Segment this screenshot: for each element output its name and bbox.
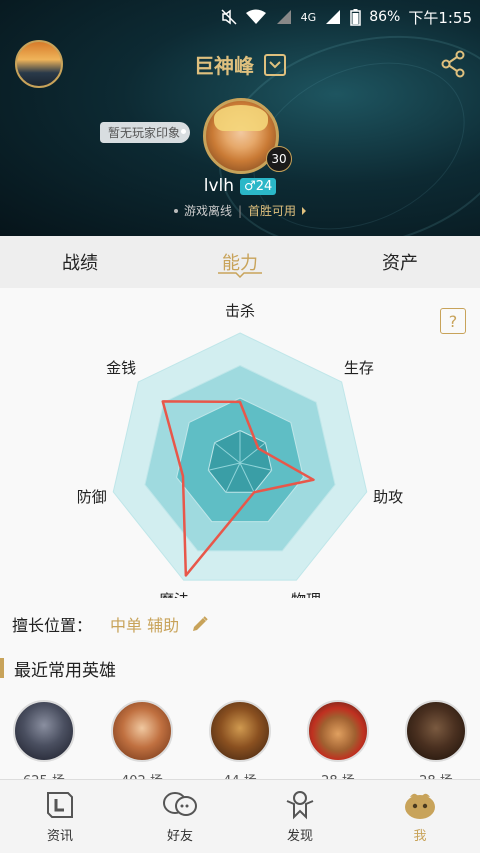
- player-status-row[interactable]: 游戏离线 | 首胜可用: [0, 202, 480, 219]
- section-title: 最近常用英雄: [14, 660, 116, 681]
- tab-ability[interactable]: 能力: [160, 236, 320, 288]
- signal-icon: [324, 9, 342, 25]
- position-label: 擅长位置：: [12, 616, 93, 635]
- age-value: 24: [255, 178, 273, 194]
- tab-label: 资产: [382, 253, 418, 274]
- clock: 下午1:55: [408, 8, 472, 27]
- nav-friends[interactable]: 好友: [120, 780, 240, 853]
- signal-icon: [275, 9, 293, 25]
- gender-age-badge: ♂ 24: [240, 177, 277, 195]
- radar-axis-label: 击杀: [225, 302, 255, 320]
- hero-portrait: [307, 700, 369, 762]
- hero-portrait: [405, 700, 467, 762]
- nav-label: 资讯: [46, 829, 73, 844]
- server-selector[interactable]: 巨神峰: [0, 50, 480, 79]
- tab-label: 战绩: [62, 253, 98, 274]
- me-icon: [405, 793, 435, 819]
- profile-tabs: 战绩 能力 资产: [0, 236, 480, 289]
- discover-icon: [286, 791, 314, 820]
- share-icon[interactable]: [440, 50, 466, 78]
- preferred-position-row: 擅长位置： 中单 辅助: [12, 612, 209, 636]
- server-title: 巨神峰: [194, 54, 254, 78]
- bottom-navigation: 资讯 好友 发现 我: [0, 779, 480, 853]
- hero-item[interactable]: 625 场: [13, 700, 75, 780]
- tab-active-indicator: [218, 272, 262, 278]
- radar-axis-label: 防御: [77, 488, 107, 506]
- nav-me[interactable]: 我: [360, 780, 480, 853]
- ability-panel: ? 击杀生存助攻物理魔法防御金钱 擅长位置： 中单 辅助 最近常用英雄 625 …: [0, 288, 480, 780]
- hero-portrait: [111, 700, 173, 762]
- hero-item[interactable]: 44 场: [209, 700, 271, 780]
- player-impression-tag[interactable]: 暂无玩家印象: [100, 122, 191, 143]
- first-win-status: 首胜可用: [248, 204, 297, 218]
- hero-portrait: [13, 700, 75, 762]
- nav-label: 好友: [166, 829, 193, 844]
- profile-header: 巨神峰 暂无玩家印象 30 lvlh ♂ 24 游戏离线 | 首胜可用: [0, 0, 480, 236]
- arrow-right-icon: [302, 206, 307, 215]
- hero-item[interactable]: 28 场: [307, 700, 369, 780]
- nav-news[interactable]: 资讯: [0, 780, 120, 853]
- wifi-icon: [245, 9, 267, 25]
- recent-heroes-list: 625 场 402 场 44 场 28 场 28 场: [0, 700, 480, 780]
- male-icon: ♂: [244, 178, 256, 194]
- news-icon: [47, 792, 73, 818]
- edit-icon[interactable]: [191, 615, 209, 633]
- recent-heroes-header: 最近常用英雄: [0, 656, 116, 681]
- status-separator: |: [237, 203, 243, 218]
- tab-record[interactable]: 战绩: [0, 236, 160, 288]
- nav-label: 发现: [286, 829, 313, 844]
- chevron-down-icon[interactable]: [264, 53, 286, 76]
- ability-radar-chart: 击杀生存助攻物理 魔法 防御 金钱: [77, 302, 403, 598]
- status-dot-icon: [173, 208, 178, 213]
- level-badge: 30: [266, 146, 292, 172]
- hero-item[interactable]: 28 场: [405, 700, 467, 780]
- radar-axis-label: 物理: [291, 591, 321, 598]
- nav-label: 我: [413, 829, 427, 844]
- hero-item[interactable]: 402 场: [111, 700, 173, 780]
- tab-assets[interactable]: 资产: [320, 236, 480, 288]
- position-value: 中单 辅助: [110, 616, 180, 635]
- section-accent-bar: [0, 658, 4, 678]
- radar-axis-label: 金钱: [106, 359, 136, 377]
- nav-discover[interactable]: 发现: [240, 780, 360, 853]
- battery-icon: [350, 8, 361, 26]
- friends-icon: [163, 792, 197, 816]
- player-name: lvlh: [203, 176, 235, 196]
- mute-icon: [221, 9, 237, 25]
- hero-portrait: [209, 700, 271, 762]
- radar-axis-label: 生存: [344, 359, 374, 377]
- radar-axis-label: 助攻: [373, 488, 403, 506]
- battery-percent: 86%: [369, 9, 401, 25]
- network-type: 4G: [300, 10, 317, 24]
- status-bar: 4G 86% 下午1:55: [0, 0, 480, 34]
- radar-axis-label: 魔法: [159, 591, 189, 598]
- online-status: 游戏离线: [183, 204, 232, 218]
